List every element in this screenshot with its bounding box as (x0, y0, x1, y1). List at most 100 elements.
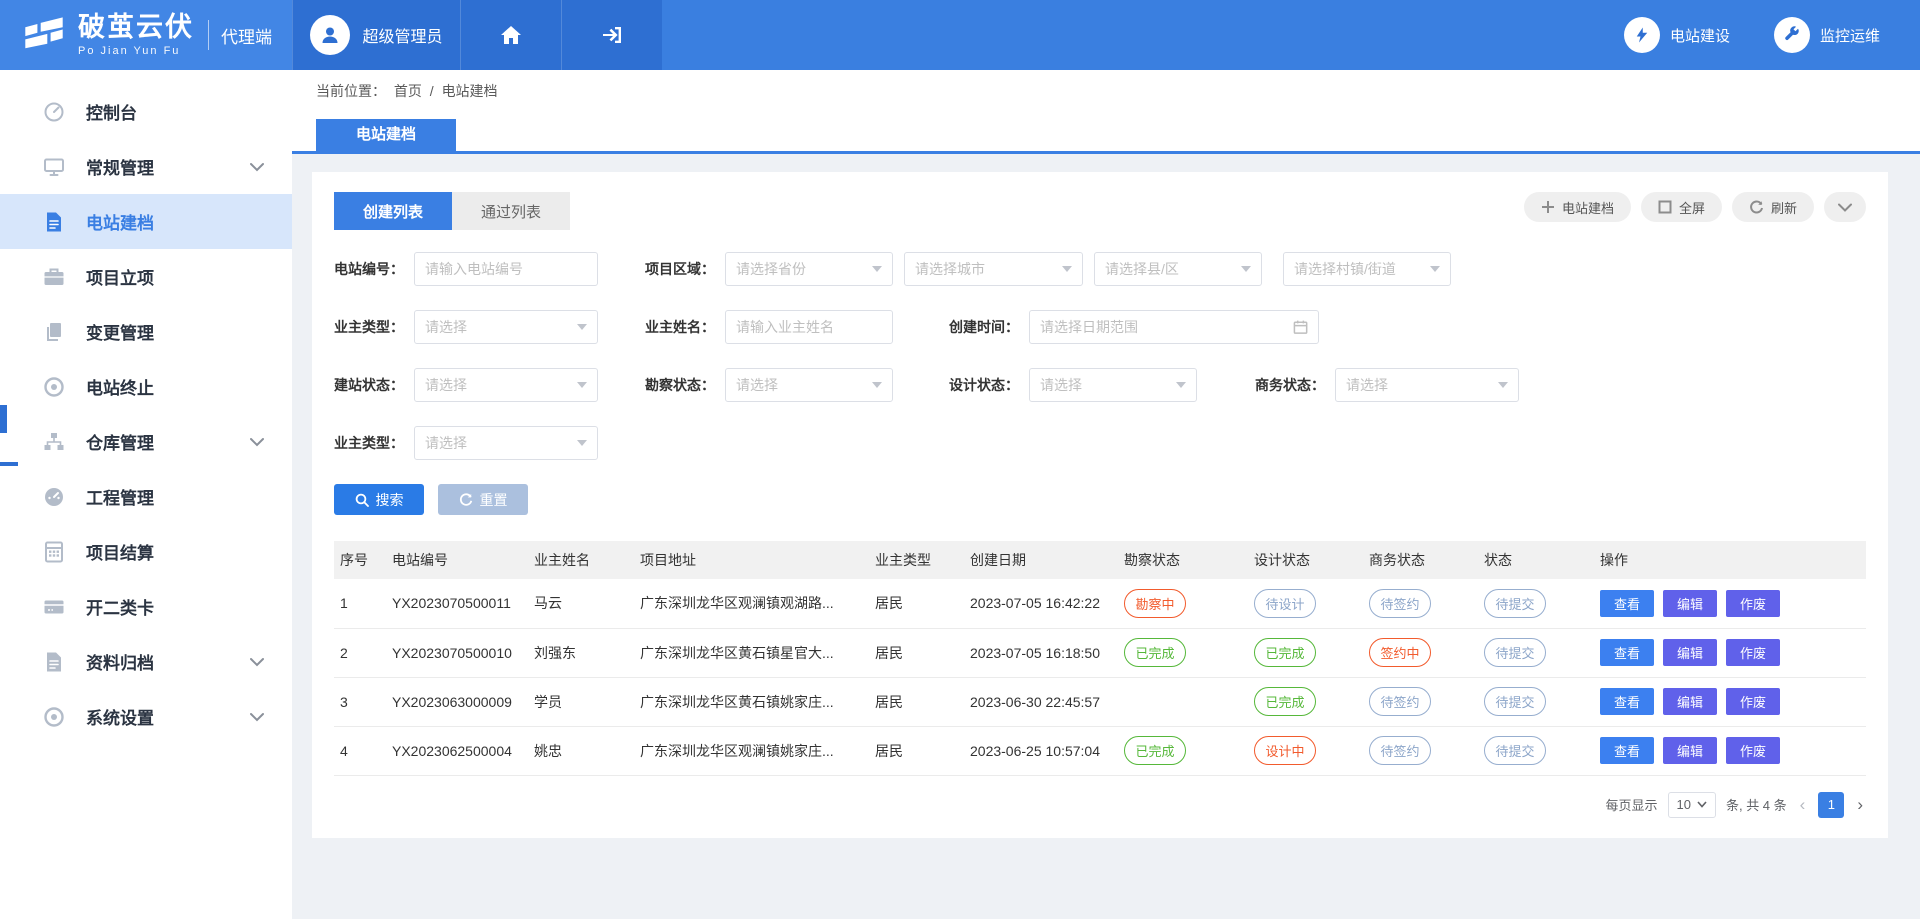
view-button[interactable]: 查看 (1600, 737, 1654, 764)
top-header: 破茧云伏 Po Jian Yun Fu 代理端 超级管理员 (0, 0, 1920, 70)
design-status-select[interactable]: 请选择 (1029, 368, 1197, 402)
meter-icon (42, 485, 66, 509)
chevron-down-icon (250, 162, 264, 171)
status-badge: 待提交 (1484, 736, 1546, 765)
brand-logo: 破茧云伏 Po Jian Yun Fu 代理端 (0, 0, 292, 70)
monitor-icon (42, 155, 66, 179)
disc-icon (42, 705, 66, 729)
sidebar-item-open-card[interactable]: 开二类卡 (0, 579, 292, 634)
add-station-button[interactable]: 电站建档 (1524, 192, 1631, 222)
view-button[interactable]: 查看 (1600, 639, 1654, 666)
city-select[interactable]: 请选择城市 (904, 252, 1083, 286)
dropdown-arrow-icon (577, 324, 587, 330)
sidebar-item-project-settlement[interactable]: 项目结算 (0, 524, 292, 579)
nav-station-build[interactable]: 电站建设 (1624, 17, 1730, 53)
owner-name-label: 业主姓名： (645, 317, 715, 337)
row-actions: 查看 编辑 作废 (1600, 737, 1860, 764)
toolbar: 创建列表 通过列表 电站建档 全屏 刷新 (334, 192, 1866, 230)
logout-button[interactable] (561, 0, 662, 70)
status-badge: 已完成 (1254, 687, 1316, 716)
county-select[interactable]: 请选择县/区 (1094, 252, 1262, 286)
town-select[interactable]: 请选择村镇/街道 (1283, 252, 1451, 286)
search-button[interactable]: 搜索 (334, 484, 424, 515)
edit-button[interactable]: 编辑 (1663, 590, 1717, 617)
dropdown-arrow-icon (577, 440, 587, 446)
view-button[interactable]: 查看 (1600, 688, 1654, 715)
per-page-select[interactable]: 10 (1668, 792, 1716, 818)
owner-type-label: 业主类型： (334, 317, 404, 337)
per-page-label: 每页显示 (1605, 795, 1657, 814)
total-label: 条, 共 4 条 (1726, 795, 1787, 814)
breadcrumb-home[interactable]: 首页 (394, 83, 422, 99)
void-button[interactable]: 作废 (1726, 688, 1780, 715)
sidebar-item-warehouse-mgmt[interactable]: 仓库管理 (0, 414, 292, 469)
edit-button[interactable]: 编辑 (1663, 737, 1717, 764)
owner-type-select[interactable]: 请选择 (414, 310, 598, 344)
sidebar: 控制台 常规管理 电站建档 项目立项 (0, 70, 292, 919)
void-button[interactable]: 作废 (1726, 590, 1780, 617)
table-header-row: 序号 电站编号 业主姓名 项目地址 业主类型 创建日期 勘察状态 设计状态 商务… (334, 541, 1866, 579)
home-icon (499, 23, 523, 47)
row-actions: 查看 编辑 作废 (1600, 688, 1860, 715)
chevron-down-icon (1838, 203, 1852, 212)
sidebar-item-engineering-mgmt[interactable]: 工程管理 (0, 469, 292, 524)
pagination: 每页显示 10 条, 共 4 条 ‹ 1 › (334, 792, 1866, 824)
reset-button[interactable]: 重置 (438, 484, 528, 515)
logout-icon (600, 23, 624, 47)
brand-title: 破茧云伏 (78, 14, 194, 41)
dropdown-arrow-icon (1176, 382, 1186, 388)
sidebar-item-station-terminate[interactable]: 电站终止 (0, 359, 292, 414)
province-select[interactable]: 请选择省份 (725, 252, 893, 286)
view-button[interactable]: 查看 (1600, 590, 1654, 617)
breadcrumb-current: 电站建档 (442, 83, 498, 99)
survey-status-select[interactable]: 请选择 (725, 368, 893, 402)
sidebar-item-console[interactable]: 控制台 (0, 84, 292, 139)
void-button[interactable]: 作废 (1726, 737, 1780, 764)
build-status-select[interactable]: 请选择 (414, 368, 598, 402)
status-badge: 待提交 (1484, 638, 1546, 667)
sidebar-item-system-settings[interactable]: 系统设置 (0, 689, 292, 744)
current-user[interactable]: 超级管理员 (292, 0, 460, 70)
status-badge: 待提交 (1484, 589, 1546, 618)
filter-row-2: 业主类型： 请选择 业主姓名： 创建时间： (334, 310, 1866, 344)
tab-pass-list[interactable]: 通过列表 (452, 192, 570, 230)
page-number-current[interactable]: 1 (1818, 792, 1844, 818)
owner-name-input[interactable] (725, 310, 893, 344)
prev-page-button[interactable]: ‹ (1797, 795, 1809, 815)
nav-monitor-ops[interactable]: 监控运维 (1774, 17, 1880, 53)
status-badge: 设计中 (1254, 736, 1316, 765)
create-time-label: 创建时间： (949, 317, 1019, 337)
refresh-icon (1749, 200, 1764, 215)
sidebar-item-change-mgmt[interactable]: 变更管理 (0, 304, 292, 359)
void-button[interactable]: 作废 (1726, 639, 1780, 666)
document-icon (42, 210, 66, 234)
next-page-button[interactable]: › (1854, 795, 1866, 815)
collapse-button[interactable] (1824, 192, 1866, 222)
filter-form: 电站编号： 项目区域： 请选择省份 请选择城市 请选择县/区 请选择村镇/街道 … (334, 252, 1866, 515)
table-row: 4 YX2023062500004 姚忠 广东深圳龙华区观澜镇姚家庄... 居民… (334, 726, 1866, 775)
business-status-select[interactable]: 请选择 (1335, 368, 1519, 402)
sidebar-item-project-initiation[interactable]: 项目立项 (0, 249, 292, 304)
content-card: 创建列表 通过列表 电站建档 全屏 刷新 (312, 172, 1888, 838)
refresh-button[interactable]: 刷新 (1732, 192, 1814, 222)
home-button[interactable] (460, 0, 561, 70)
station-no-input[interactable] (414, 252, 598, 286)
edit-button[interactable]: 编辑 (1663, 688, 1717, 715)
lightning-icon (1624, 17, 1660, 53)
edit-button[interactable]: 编辑 (1663, 639, 1717, 666)
sidebar-item-station-archive[interactable]: 电站建档 (0, 194, 292, 249)
status-badge: 已完成 (1124, 736, 1186, 765)
breadcrumb: 当前位置： 首页 / 电站建档 (292, 70, 1920, 107)
owner-type2-label: 业主类型： (334, 433, 404, 453)
owner-type2-select[interactable]: 请选择 (414, 426, 598, 460)
page-tab-station-archive[interactable]: 电站建档 (316, 119, 456, 151)
status-badge: 待提交 (1484, 687, 1546, 716)
file-icon (42, 650, 66, 674)
sidebar-item-data-archive[interactable]: 资料归档 (0, 634, 292, 689)
status-badge: 待签约 (1369, 736, 1431, 765)
create-time-input[interactable] (1029, 310, 1319, 344)
tab-create-list[interactable]: 创建列表 (334, 192, 452, 230)
fullscreen-button[interactable]: 全屏 (1641, 192, 1722, 222)
brand-logo-icon (22, 13, 66, 57)
sidebar-item-general-mgmt[interactable]: 常规管理 (0, 139, 292, 194)
